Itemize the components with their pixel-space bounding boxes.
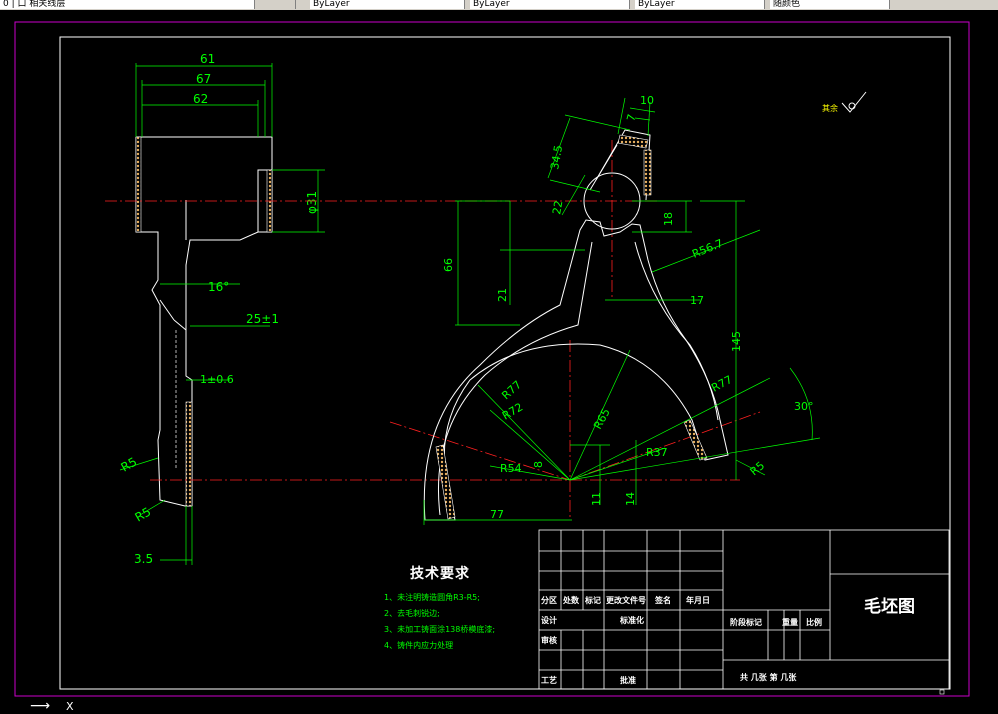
dim-11: 11 xyxy=(590,492,603,506)
dim-r5-b: R5 xyxy=(133,504,154,524)
dim-r5-c: R5 xyxy=(748,459,768,478)
tb-h-mark: 标记 xyxy=(584,595,601,605)
tech-requirements-title: 技术要求 xyxy=(410,566,470,582)
dim-r77: R77 xyxy=(499,378,524,402)
tech-item-4: 4、铸件内应力处理 xyxy=(384,641,454,650)
paper-border xyxy=(14,21,970,697)
drawing-canvas[interactable]: 61 67 62 φ31 16° 25±1 1±0.6 R5 R5 3.5 10… xyxy=(0,10,998,700)
tech-item-2: 2、去毛刺锐边; xyxy=(384,609,440,618)
dim-3-5: 3.5 xyxy=(134,552,153,566)
drawing-frame xyxy=(59,36,951,690)
dim-145: 145 xyxy=(730,331,743,352)
tech-item-3: 3、未加工铸面涂138桥模底漆; xyxy=(384,625,496,634)
centre-lines xyxy=(105,140,761,520)
tech-item-1: 1、未注明铸造圆角R3-R5; xyxy=(384,593,480,602)
dim-r77-b: R77 xyxy=(709,373,734,395)
tb-h-change: 更改文件号 xyxy=(606,595,646,605)
right-dim-lines xyxy=(423,97,821,525)
plotstyle-combo[interactable]: 随颜色 xyxy=(770,0,890,9)
dim-22: 22 xyxy=(550,199,565,215)
left-dim-lines xyxy=(119,63,325,565)
dim-r54: R54 xyxy=(500,462,522,475)
tb-h-zone: 分区 xyxy=(541,595,557,605)
dim-34-5: 34.5 xyxy=(548,144,565,170)
dim-10: 10 xyxy=(640,94,654,107)
tb-h-count: 处数 xyxy=(562,595,580,605)
dim-61: 61 xyxy=(200,52,215,66)
dim-17: 17 xyxy=(690,294,704,307)
tb-review: 审核 xyxy=(541,635,557,645)
dim-30deg: 30° xyxy=(794,400,814,413)
ucs-x-label: X xyxy=(66,700,74,713)
dim-77: 77 xyxy=(490,508,504,521)
left-dim-text: 61 67 62 φ31 16° 25±1 1±0.6 R5 R5 3.5 xyxy=(119,52,320,566)
dim-r56-7: R56.7 xyxy=(690,237,725,261)
layer-tool-icon[interactable] xyxy=(256,0,296,9)
dim-16deg: 16° xyxy=(208,280,229,294)
tb-stage: 阶段标记 xyxy=(730,617,762,627)
roughness-symbol: 其余 xyxy=(822,91,867,113)
dim-67: 67 xyxy=(196,72,211,86)
dim-62: 62 xyxy=(193,92,208,106)
tb-approve: 批准 xyxy=(620,675,636,685)
tb-scale: 比例 xyxy=(806,617,822,627)
color-combo[interactable]: ByLayer xyxy=(310,0,465,9)
layer-combo[interactable]: 0 | 口 相关线层 xyxy=(0,0,255,9)
ucs-arrow-icon: ⟶ xyxy=(30,698,51,714)
tb-standard: 标准化 xyxy=(619,615,644,625)
dim-7: 7 xyxy=(624,113,638,123)
tb-h-sign: 签名 xyxy=(654,595,671,605)
drawing-name: 毛坯图 xyxy=(864,596,915,617)
dim-phi31: φ31 xyxy=(305,191,319,214)
dim-r65: R65 xyxy=(591,406,613,431)
dim-r72: R72 xyxy=(500,401,525,423)
tb-h-date: 年月日 xyxy=(686,595,710,605)
ucs-area: ⟶ X xyxy=(0,698,998,714)
dim-r5-a: R5 xyxy=(119,454,140,474)
right-dim-text: 10 7 34.5 22 18 R56.7 66 21 17 145 R77 R… xyxy=(442,94,814,521)
lineweight-combo[interactable]: ByLayer xyxy=(635,0,765,9)
dim-1: 1±0.6 xyxy=(200,373,234,386)
tb-design: 设计 xyxy=(541,615,557,625)
dim-18: 18 xyxy=(662,212,675,226)
dim-25: 25±1 xyxy=(246,312,279,326)
dim-8: 8 xyxy=(532,461,545,468)
tb-weight: 重量 xyxy=(782,617,798,627)
dim-21: 21 xyxy=(496,288,509,302)
dim-14: 14 xyxy=(624,492,637,506)
tb-process: 工艺 xyxy=(541,675,557,685)
svg-text:其余: 其余 xyxy=(822,103,838,113)
cad-drawing: 61 67 62 φ31 16° 25±1 1±0.6 R5 R5 3.5 10… xyxy=(14,21,970,697)
linetype-combo[interactable]: ByLayer xyxy=(470,0,630,9)
dim-66: 66 xyxy=(442,258,455,272)
dim-r37: R37 xyxy=(646,446,668,459)
tb-sheets: 共 几张 第 几张 xyxy=(740,672,797,682)
